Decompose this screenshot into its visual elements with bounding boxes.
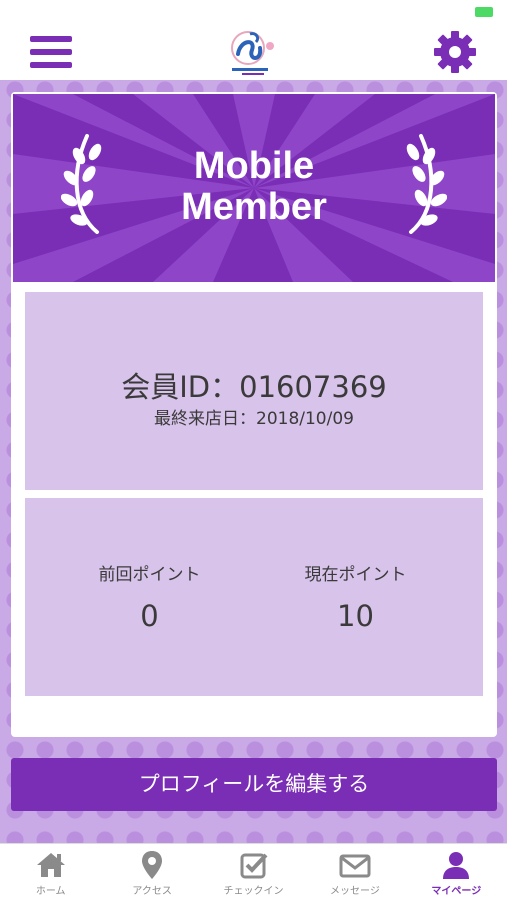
gear-icon[interactable] bbox=[433, 30, 477, 74]
checkin-icon bbox=[240, 853, 267, 879]
member-id-panel: 会員ID：01607369 最終来店日：2018/10/09 bbox=[25, 292, 483, 490]
tab-home[interactable]: ホーム bbox=[0, 844, 101, 900]
mobile-member-banner: Mobile Member bbox=[13, 94, 495, 282]
points-panel: 前回ポイント 0 現在ポイント 10 bbox=[25, 498, 483, 696]
home-icon bbox=[36, 853, 65, 877]
tab-checkin[interactable]: チェックイン bbox=[203, 844, 304, 900]
edit-profile-button[interactable]: プロフィールを編集する bbox=[11, 758, 497, 811]
tab-mypage-label: マイページ bbox=[431, 886, 482, 897]
tab-bar: ホーム アクセス チェックイン メッセージ マイページ bbox=[0, 843, 507, 900]
app-header bbox=[0, 24, 507, 80]
member-card: Mobile Member 会員ID：01607369 最終来店日：2018/1… bbox=[11, 92, 497, 737]
previous-points-label: 前回ポイント bbox=[98, 565, 201, 585]
tab-access[interactable]: アクセス bbox=[101, 844, 202, 900]
current-points-label: 現在ポイント bbox=[304, 565, 407, 585]
shop-logo-icon bbox=[226, 28, 282, 78]
hamburger-menu-icon[interactable] bbox=[30, 32, 74, 72]
current-points: 現在ポイント 10 bbox=[241, 560, 470, 633]
previous-points: 前回ポイント 0 bbox=[35, 560, 264, 633]
tab-access-label: アクセス bbox=[132, 886, 172, 897]
tab-message[interactable]: メッセージ bbox=[304, 844, 405, 900]
previous-points-value: 0 bbox=[140, 599, 159, 633]
current-points-value: 10 bbox=[337, 599, 374, 633]
status-bar bbox=[0, 0, 507, 24]
tab-mypage[interactable]: マイページ bbox=[406, 844, 507, 900]
tab-message-label: メッセージ bbox=[330, 886, 380, 897]
battery-icon bbox=[475, 7, 493, 17]
laurel-right-icon bbox=[403, 132, 448, 240]
mail-icon bbox=[339, 854, 371, 878]
tab-checkin-label: チェックイン bbox=[223, 886, 284, 897]
user-icon bbox=[443, 852, 470, 879]
member-id-text: 会員ID：01607369 bbox=[121, 370, 387, 404]
last-visit-text: 最終来店日：2018/10/09 bbox=[154, 409, 354, 429]
tab-home-label: ホーム bbox=[35, 886, 66, 897]
map-pin-icon bbox=[142, 851, 163, 879]
